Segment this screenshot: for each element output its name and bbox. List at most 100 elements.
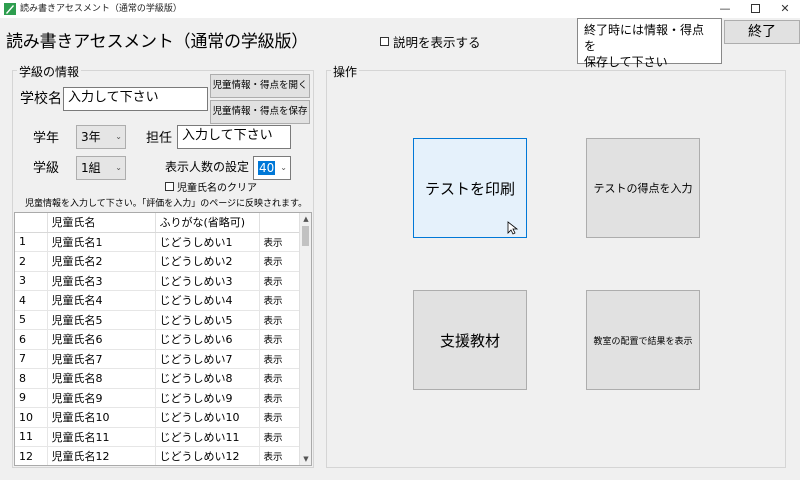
show-button-cell[interactable]: 表示	[259, 368, 301, 389]
chevron-down-icon: ⌄	[280, 163, 287, 172]
class-select[interactable]: 1組 ⌄	[76, 156, 126, 180]
notice-line-2: 保存して下さい	[584, 55, 668, 69]
clear-names-checkbox[interactable]: 児童氏名のクリア	[165, 179, 257, 194]
student-kana-cell[interactable]: じどうしめい2	[155, 251, 260, 272]
row-number-cell: 6	[15, 329, 48, 350]
minimize-button[interactable]: —	[710, 0, 740, 18]
table-row[interactable]: 5 児童氏名5 じどうしめい5 表示	[15, 310, 301, 330]
row-number-cell: 8	[15, 368, 48, 389]
column-header-kana: ふりがな(省略可)	[155, 213, 260, 233]
clear-names-label: 児童氏名のクリア	[177, 183, 257, 194]
table-scrollbar[interactable]: ▲ ▼	[299, 213, 311, 465]
student-table[interactable]: 児童氏名 ふりがな(省略可) 1 児童氏名1 じどうしめい1 表示 2 児童氏名2 じどうし…	[14, 212, 312, 466]
table-header-row: 児童氏名 ふりがな(省略可)	[15, 213, 301, 233]
show-description-checkbox[interactable]: 説明を表示する	[380, 32, 481, 51]
open-student-data-button[interactable]: 児童情報・得点を開く	[210, 74, 310, 98]
table-row[interactable]: 12 児童氏名12 じどうしめい12 表示	[15, 446, 301, 465]
app-logo-icon	[4, 3, 16, 15]
close-button[interactable]: ✕	[770, 0, 800, 18]
show-button-cell[interactable]: 表示	[259, 271, 301, 291]
student-info-hint: 児童情報を入力して下さい。「評価を入力」のページに反映されます。	[25, 199, 308, 209]
student-kana-cell[interactable]: じどうしめい1	[155, 232, 260, 252]
table-row[interactable]: 1 児童氏名1 じどうしめい1 表示	[15, 232, 301, 252]
grade-select[interactable]: 3年 ⌄	[76, 125, 126, 149]
row-number-cell: 11	[15, 427, 48, 447]
table-row[interactable]: 7 児童氏名7 じどうしめい7 表示	[15, 349, 301, 369]
student-name-cell[interactable]: 児童氏名8	[47, 368, 156, 389]
show-button-cell[interactable]: 表示	[259, 407, 301, 428]
row-number-cell: 2	[15, 251, 48, 272]
column-header-name: 児童氏名	[47, 213, 156, 233]
student-kana-cell[interactable]: じどうしめい3	[155, 271, 260, 291]
show-button-cell[interactable]: 表示	[259, 446, 301, 465]
student-name-cell[interactable]: 児童氏名5	[47, 310, 156, 330]
show-button-cell[interactable]: 表示	[259, 310, 301, 330]
page-title: 読み書きアセスメント（通常の学級版）	[6, 32, 309, 52]
enter-scores-button[interactable]: テストの得点を入力	[586, 138, 700, 238]
student-kana-cell[interactable]: じどうしめい4	[155, 290, 260, 311]
class-info-legend: 学級の情報	[17, 63, 82, 80]
show-button-cell[interactable]: 表示	[259, 329, 301, 350]
student-kana-cell[interactable]: じどうしめい12	[155, 446, 260, 465]
grade-label: 学年	[33, 131, 60, 146]
student-name-cell[interactable]: 児童氏名7	[47, 349, 156, 369]
operations-group	[326, 70, 786, 468]
save-student-data-button[interactable]: 児童情報・得点を保存	[210, 100, 310, 124]
student-kana-cell[interactable]: じどうしめい5	[155, 310, 260, 330]
checkbox-box[interactable]	[380, 37, 389, 46]
student-name-cell[interactable]: 児童氏名9	[47, 388, 156, 408]
table-row[interactable]: 8 児童氏名8 じどうしめい8 表示	[15, 368, 301, 389]
student-kana-cell[interactable]: じどうしめい8	[155, 368, 260, 389]
student-name-cell[interactable]: 児童氏名3	[47, 271, 156, 291]
table-row[interactable]: 10 児童氏名10 じどうしめい10 表示	[15, 407, 301, 428]
scroll-down-icon[interactable]: ▼	[300, 453, 311, 465]
save-notice: 終了時には情報・得点を 保存して下さい	[577, 18, 722, 69]
show-button-cell[interactable]: 表示	[259, 290, 301, 311]
table-row[interactable]: 2 児童氏名2 じどうしめい2 表示	[15, 251, 301, 272]
exit-button[interactable]: 終了	[724, 20, 800, 44]
student-name-cell[interactable]: 児童氏名2	[47, 251, 156, 272]
student-name-cell[interactable]: 児童氏名10	[47, 407, 156, 428]
student-kana-cell[interactable]: じどうしめい7	[155, 349, 260, 369]
scroll-thumb[interactable]	[302, 226, 309, 246]
school-name-input[interactable]: 入力して下さい	[63, 87, 208, 111]
table-row[interactable]: 6 児童氏名6 じどうしめい6 表示	[15, 329, 301, 350]
column-header-number	[15, 213, 48, 233]
teacher-input[interactable]: 入力して下さい	[177, 125, 291, 149]
student-kana-cell[interactable]: じどうしめい10	[155, 407, 260, 428]
table-row[interactable]: 4 児童氏名4 じどうしめい4 表示	[15, 290, 301, 311]
display-count-select[interactable]: 40 ⌄	[253, 156, 291, 180]
show-button-cell[interactable]: 表示	[259, 427, 301, 447]
student-name-cell[interactable]: 児童氏名4	[47, 290, 156, 311]
show-button-cell[interactable]: 表示	[259, 232, 301, 252]
row-number-cell: 7	[15, 349, 48, 369]
scroll-up-icon[interactable]: ▲	[300, 213, 311, 225]
table-row[interactable]: 9 児童氏名9 じどうしめい9 表示	[15, 388, 301, 408]
grade-value: 3年	[81, 130, 101, 144]
class-label: 学級	[33, 161, 60, 176]
show-button-cell[interactable]: 表示	[259, 251, 301, 272]
student-name-cell[interactable]: 児童氏名1	[47, 232, 156, 252]
maximize-button[interactable]	[740, 0, 770, 18]
student-name-cell[interactable]: 児童氏名12	[47, 446, 156, 465]
checkbox-box[interactable]	[165, 182, 174, 191]
student-kana-cell[interactable]: じどうしめい11	[155, 427, 260, 447]
student-kana-cell[interactable]: じどうしめい9	[155, 388, 260, 408]
student-name-cell[interactable]: 児童氏名11	[47, 427, 156, 447]
student-name-cell[interactable]: 児童氏名6	[47, 329, 156, 350]
row-number-cell: 9	[15, 388, 48, 408]
teacher-label: 担任	[146, 131, 173, 146]
show-button-cell[interactable]: 表示	[259, 349, 301, 369]
show-description-label: 説明を表示する	[393, 35, 481, 50]
chevron-down-icon: ⌄	[115, 132, 122, 141]
row-number-cell: 12	[15, 446, 48, 465]
table-row[interactable]: 11 児童氏名11 じどうしめい11 表示	[15, 427, 301, 447]
table-row[interactable]: 3 児童氏名3 じどうしめい3 表示	[15, 271, 301, 291]
row-number-cell: 3	[15, 271, 48, 291]
show-button-cell[interactable]: 表示	[259, 388, 301, 408]
seating-results-button[interactable]: 教室の配置で結果を表示	[586, 290, 700, 390]
support-materials-button[interactable]: 支援教材	[413, 290, 527, 390]
title-bar: 読み書きアセスメント（通常の学級版） — ✕	[0, 0, 800, 18]
student-kana-cell[interactable]: じどうしめい6	[155, 329, 260, 350]
school-label: 学校名	[20, 91, 62, 107]
